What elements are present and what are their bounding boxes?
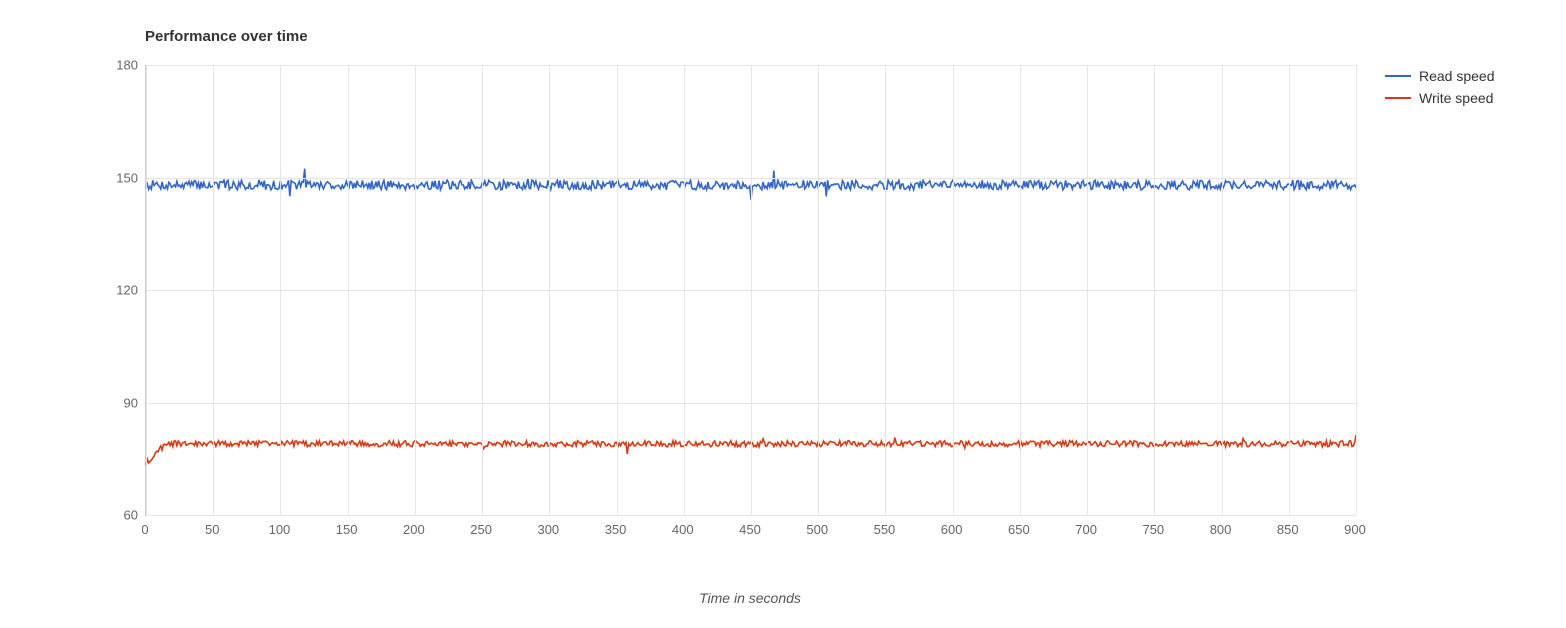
x-tick: 500 <box>806 522 828 537</box>
y-tick: 150 <box>98 170 138 185</box>
legend-label: Read speed <box>1419 68 1495 84</box>
x-tick: 800 <box>1210 522 1232 537</box>
x-tick: 900 <box>1344 522 1366 537</box>
x-tick: 300 <box>537 522 559 537</box>
y-tick: 90 <box>98 395 138 410</box>
legend-label: Write speed <box>1419 90 1493 106</box>
x-tick: 600 <box>941 522 963 537</box>
x-tick: 550 <box>874 522 896 537</box>
y-tick: 60 <box>98 508 138 523</box>
legend-item-write-speed: Write speed <box>1385 90 1495 106</box>
x-tick: 350 <box>605 522 627 537</box>
x-tick: 750 <box>1142 522 1164 537</box>
legend-item-read-speed: Read speed <box>1385 68 1495 84</box>
chart-title: Performance over time <box>145 28 308 45</box>
y-tick: 120 <box>98 283 138 298</box>
x-tick: 50 <box>205 522 219 537</box>
x-tick: 700 <box>1075 522 1097 537</box>
plot-area <box>145 65 1356 516</box>
x-tick: 400 <box>672 522 694 537</box>
x-tick: 650 <box>1008 522 1030 537</box>
x-tick: 450 <box>739 522 761 537</box>
legend: Read speed Write speed <box>1385 68 1495 112</box>
y-tick: 180 <box>98 58 138 73</box>
x-tick: 0 <box>141 522 148 537</box>
x-tick: 200 <box>403 522 425 537</box>
x-tick: 150 <box>336 522 358 537</box>
x-axis-label: Time in seconds <box>145 590 1355 606</box>
legend-swatch-icon <box>1385 97 1411 99</box>
x-tick: 250 <box>470 522 492 537</box>
legend-swatch-icon <box>1385 75 1411 77</box>
x-tick: 850 <box>1277 522 1299 537</box>
x-tick: 100 <box>269 522 291 537</box>
